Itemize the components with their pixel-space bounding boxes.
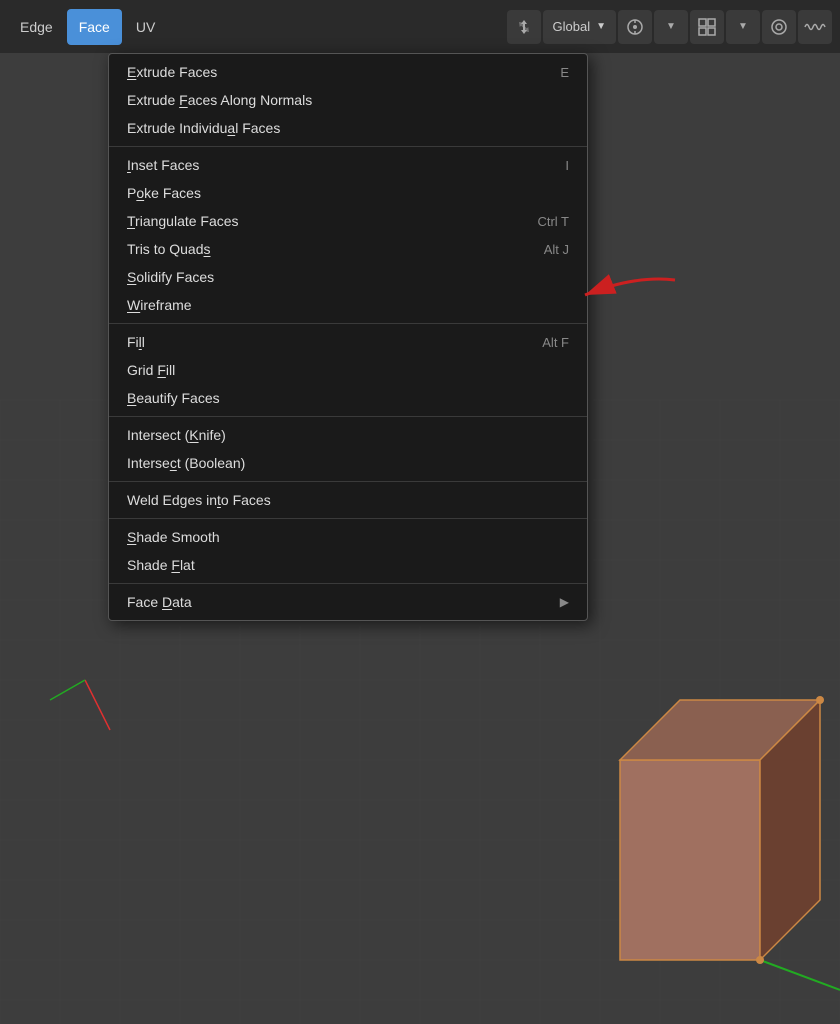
menu-item-grid-fill[interactable]: Grid Fill bbox=[109, 356, 587, 384]
menu-label: Solidify Faces bbox=[127, 269, 214, 285]
separator-4 bbox=[109, 481, 587, 482]
snap-dropdown-button[interactable]: ▼ bbox=[726, 10, 760, 44]
pivot-button[interactable] bbox=[618, 10, 652, 44]
edge-menu-button[interactable]: Edge bbox=[8, 9, 65, 45]
menu-item-intersect-knife[interactable]: Intersect (Knife) bbox=[109, 421, 587, 449]
face-menu-button[interactable]: Face bbox=[67, 9, 122, 45]
menu-item-fill[interactable]: Fill Alt F bbox=[109, 328, 587, 356]
separator-1 bbox=[109, 146, 587, 147]
separator-3 bbox=[109, 416, 587, 417]
menu-label: Poke Faces bbox=[127, 185, 201, 201]
menu-label: Face Data bbox=[127, 594, 192, 610]
menu-label: Intersect (Boolean) bbox=[127, 455, 245, 471]
menu-item-shade-smooth[interactable]: Shade Smooth bbox=[109, 523, 587, 551]
separator-5 bbox=[109, 518, 587, 519]
menu-item-inset-faces[interactable]: Inset Faces I bbox=[109, 151, 587, 179]
menu-label: Weld Edges into Faces bbox=[127, 492, 271, 508]
menu-label: Extrude Faces Along Normals bbox=[127, 92, 312, 108]
menu-item-shade-flat[interactable]: Shade Flat bbox=[109, 551, 587, 579]
pivot-dropdown-button[interactable]: ▼ bbox=[654, 10, 688, 44]
separator-2 bbox=[109, 323, 587, 324]
menu-item-wireframe[interactable]: Wireframe bbox=[109, 291, 587, 319]
menu-label: Shade Smooth bbox=[127, 529, 220, 545]
menu-item-tris-to-quads[interactable]: Tris to Quads Alt J bbox=[109, 235, 587, 263]
menu-label: Extrude Individual Faces bbox=[127, 120, 280, 136]
menu-item-solidify-faces[interactable]: Solidify Faces bbox=[109, 263, 587, 291]
proportional-edit-button[interactable] bbox=[762, 10, 796, 44]
menu-item-weld-edges[interactable]: Weld Edges into Faces bbox=[109, 486, 587, 514]
menu-label: Extrude Faces bbox=[127, 64, 217, 80]
face-dropdown-menu: Extrude Faces E Extrude Faces Along Norm… bbox=[108, 53, 588, 621]
menu-item-poke-faces[interactable]: Poke Faces bbox=[109, 179, 587, 207]
menu-item-triangulate-faces[interactable]: Triangulate Faces Ctrl T bbox=[109, 207, 587, 235]
shortcut-inset: I bbox=[565, 158, 569, 173]
menu-label: Inset Faces bbox=[127, 157, 199, 173]
menu-label: Fill bbox=[127, 334, 145, 350]
menu-item-extrude-along-normals[interactable]: Extrude Faces Along Normals bbox=[109, 86, 587, 114]
menu-label: Wireframe bbox=[127, 297, 192, 313]
submenu-arrow-icon: ▶ bbox=[560, 595, 569, 609]
proportional-icon bbox=[770, 18, 788, 36]
menu-item-intersect-boolean[interactable]: Intersect (Boolean) bbox=[109, 449, 587, 477]
menu-item-beautify-faces[interactable]: Beautify Faces bbox=[109, 384, 587, 412]
waveform-button[interactable] bbox=[798, 10, 832, 44]
shortcut-tris-quads: Alt J bbox=[544, 242, 569, 257]
toolbar: Edge Face UV Global ▼ ▼ ▼ bbox=[0, 0, 840, 53]
transform-icon-button[interactable] bbox=[507, 10, 541, 44]
pivot-icon bbox=[626, 18, 644, 36]
global-dropdown[interactable]: Global ▼ bbox=[543, 10, 616, 44]
menu-label: Beautify Faces bbox=[127, 390, 220, 406]
shortcut-extrude-faces: E bbox=[560, 65, 569, 80]
menu-label: Shade Flat bbox=[127, 557, 195, 573]
shortcut-fill: Alt F bbox=[542, 335, 569, 350]
waveform-icon bbox=[804, 18, 826, 36]
menu-item-extrude-faces[interactable]: Extrude Faces E bbox=[109, 58, 587, 86]
menu-item-extrude-individual[interactable]: Extrude Individual Faces bbox=[109, 114, 587, 142]
snap-icon bbox=[698, 18, 716, 36]
transform-icon bbox=[514, 17, 534, 37]
global-label: Global bbox=[553, 19, 591, 34]
menu-label: Intersect (Knife) bbox=[127, 427, 226, 443]
uv-menu-button[interactable]: UV bbox=[124, 9, 167, 45]
dropdown-arrow-icon: ▼ bbox=[596, 21, 606, 32]
menu-label: Grid Fill bbox=[127, 362, 175, 378]
menu-label: Triangulate Faces bbox=[127, 213, 239, 229]
snap-button[interactable] bbox=[690, 10, 724, 44]
menu-label: Tris to Quads bbox=[127, 241, 211, 257]
shortcut-triangulate: Ctrl T bbox=[537, 214, 569, 229]
separator-6 bbox=[109, 583, 587, 584]
menu-item-face-data[interactable]: Face Data ▶ bbox=[109, 588, 587, 616]
